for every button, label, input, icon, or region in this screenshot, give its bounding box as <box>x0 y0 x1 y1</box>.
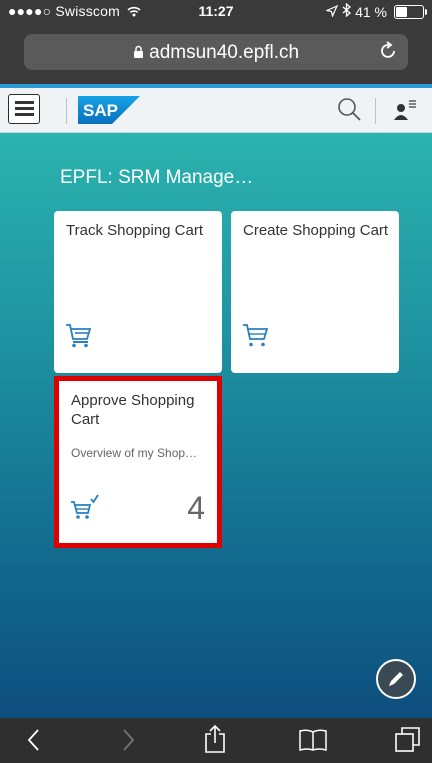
bookmarks-icon[interactable] <box>298 728 328 757</box>
sap-logo-text: SAP <box>83 101 118 120</box>
tile-highlight-frame: Approve Shopping Cart Overview of my Sho… <box>54 376 222 548</box>
header-divider <box>375 98 376 124</box>
group-title: EPFL: SRM Manage… <box>60 167 254 188</box>
tile-subtitle: Overview of my Shop… <box>71 446 198 460</box>
tile-count: 4 <box>187 490 205 526</box>
edit-button[interactable] <box>376 659 416 699</box>
battery-icon <box>394 4 427 19</box>
cart-create-icon <box>241 322 269 353</box>
browser-toolbar <box>0 718 432 763</box>
forward-icon[interactable] <box>122 728 136 757</box>
sap-logo: SAP <box>78 96 140 129</box>
launchpad-content: EPFL: SRM Manage… Track Shopping Cart Cr… <box>0 133 432 718</box>
battery-percent: 41 % <box>355 3 387 20</box>
shell-header: SAP <box>0 88 432 133</box>
search-icon[interactable] <box>336 96 362 127</box>
carrier-label: ●●●●○ Swisscom <box>8 3 120 19</box>
url-display[interactable]: admsun40.epfl.ch <box>24 42 408 64</box>
menu-icon <box>15 101 34 104</box>
tile-create-shopping-cart[interactable]: Create Shopping Cart <box>231 211 399 373</box>
user-menu-icon[interactable] <box>392 96 418 127</box>
status-carrier: ●●●●○ Swisscom <box>8 3 141 19</box>
status-indicators: 41 % <box>325 2 427 20</box>
tabs-icon[interactable] <box>394 726 422 759</box>
browser-chrome: 11:27 ●●●●○ Swisscom 41 % admsun40.epfl.… <box>0 0 432 84</box>
tile-title: Create Shopping Cart <box>243 222 389 239</box>
address-bar[interactable]: admsun40.epfl.ch <box>24 34 408 70</box>
header-divider <box>66 98 67 124</box>
menu-button[interactable] <box>8 94 40 124</box>
cart-track-icon <box>64 322 92 353</box>
location-arrow-icon <box>325 4 339 20</box>
lock-icon <box>133 42 149 63</box>
tile-track-shopping-cart[interactable]: Track Shopping Cart <box>54 211 222 373</box>
url-text: admsun40.epfl.ch <box>149 42 300 63</box>
tile-title: Approve Shopping Cart <box>71 392 195 428</box>
wifi-icon <box>127 3 141 19</box>
edit-icon <box>386 669 406 694</box>
bluetooth-icon <box>342 2 352 20</box>
menu-icon-bar <box>15 107 34 110</box>
tile-approve-shopping-cart[interactable]: Approve Shopping Cart Overview of my Sho… <box>59 381 217 543</box>
menu-icon-bar <box>15 113 34 116</box>
reload-icon[interactable] <box>380 41 398 67</box>
cart-approve-icon <box>69 494 99 525</box>
back-icon[interactable] <box>26 728 40 757</box>
share-icon[interactable] <box>204 724 226 759</box>
tile-title: Track Shopping Cart <box>66 222 204 239</box>
